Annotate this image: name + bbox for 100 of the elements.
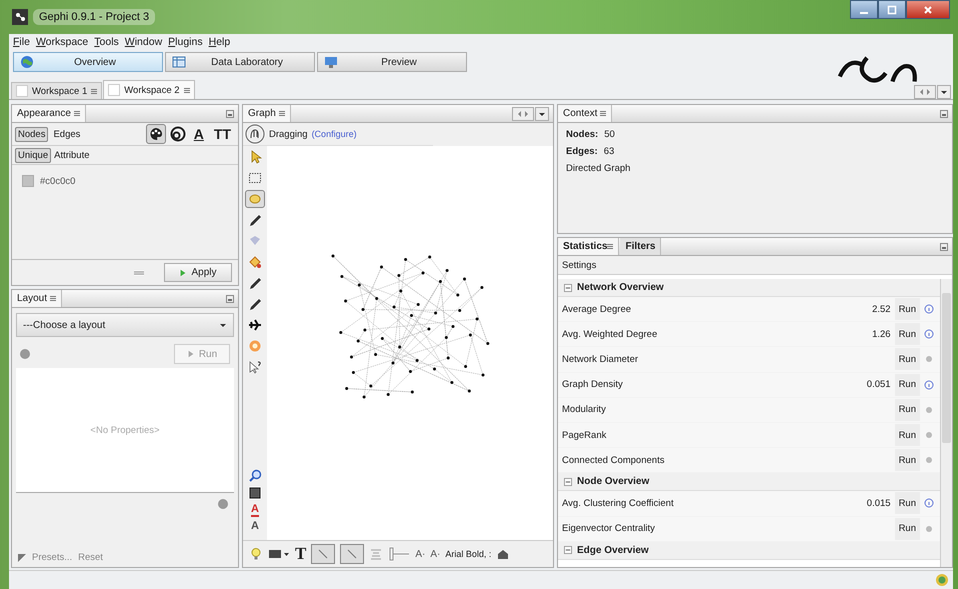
run-button[interactable]: Run (894, 298, 920, 320)
empty-properties-text: <No Properties> (90, 424, 160, 436)
mode-toggle[interactable]: Unique (15, 148, 52, 162)
text-style-button[interactable]: T (295, 544, 306, 564)
run-button[interactable]: Run (894, 424, 920, 446)
menu-item[interactable]: Tools (94, 36, 119, 49)
statistic-name: Graph Density (562, 379, 624, 390)
perspective-button[interactable]: Data Laboratory (165, 52, 315, 72)
property-button[interactable] (146, 124, 166, 144)
pencil-icon[interactable] (248, 276, 262, 290)
edges-count: 63 (604, 146, 614, 157)
maximize-button[interactable] (878, 0, 906, 19)
minimize-panel-icon[interactable] (940, 110, 948, 118)
pencil-icon[interactable] (248, 213, 262, 227)
collapse-icon[interactable] (564, 478, 572, 486)
dropdown-button[interactable] (535, 106, 549, 120)
panel-tab[interactable]: Layout (12, 290, 62, 307)
nodes-count: 50 (604, 129, 615, 140)
font-selector[interactable]: Arial Bold, : (445, 549, 492, 559)
run-button[interactable]: Run (894, 492, 920, 514)
perspective-button[interactable]: Overview (13, 52, 163, 72)
grip-icon (600, 110, 606, 116)
workspace-tab[interactable]: Workspace 1 (11, 82, 102, 99)
scrollbar-thumb[interactable] (942, 293, 951, 443)
section-title: Edge Overview (577, 544, 649, 556)
grip-icon (278, 110, 285, 116)
collapse-icon[interactable] (564, 546, 572, 554)
scrollbar[interactable] (940, 279, 952, 567)
menu-item[interactable]: File (13, 36, 30, 49)
run-button[interactable]: Run (894, 449, 920, 472)
collapse-icon[interactable] (564, 284, 572, 292)
text-style-button[interactable]: A· (430, 548, 440, 560)
menu-item[interactable]: Help (208, 36, 230, 49)
statistic-name: Eigenvector Centrality (562, 523, 656, 534)
property-button[interactable]: A (190, 124, 208, 144)
run-button[interactable]: Run (894, 398, 920, 421)
text-style-button[interactable]: A· (415, 548, 426, 560)
notification-icon[interactable] (935, 573, 949, 587)
grip-icon (74, 110, 80, 116)
paint-bucket-icon[interactable] (248, 255, 262, 269)
edge-toggle-button[interactable] (340, 544, 364, 564)
statistic-name: Modularity (562, 404, 607, 416)
rings-icon (170, 126, 186, 142)
text-tool[interactable]: A (251, 520, 259, 534)
edges-label: Edges: (566, 146, 598, 157)
run-button[interactable]: Run (894, 374, 920, 396)
section-title: Node Overview (577, 476, 650, 488)
statistic-name: Average Degree (562, 304, 632, 315)
apply-button[interactable]: Apply (164, 263, 232, 282)
property-button[interactable] (168, 124, 188, 144)
panel-tab[interactable]: Filters (620, 238, 662, 255)
run-button[interactable]: Run (894, 518, 920, 540)
property-button[interactable]: TT (210, 124, 235, 144)
layers-dropdown-icon[interactable] (268, 547, 290, 561)
minimize-panel-icon[interactable] (940, 242, 948, 250)
caret-icon (219, 321, 227, 329)
close-button[interactable] (906, 0, 950, 19)
selection-rectangle-icon[interactable] (248, 171, 262, 185)
help-cursor-icon[interactable] (248, 360, 262, 374)
minimize-panel-icon[interactable] (226, 294, 234, 302)
nodes-label: Nodes: (566, 129, 598, 140)
run-button[interactable]: Run (894, 348, 920, 370)
close-icon (923, 4, 933, 14)
edge-toggle-button[interactable] (311, 544, 336, 564)
run-button[interactable]: Run (894, 323, 920, 346)
pencil-icon[interactable] (248, 297, 262, 311)
layout-dropdown[interactable]: ---Choose a layout (16, 313, 234, 337)
tool-mode-label: Dragging (269, 128, 308, 140)
mode-toggle[interactable]: Attribute (51, 148, 92, 162)
panel-tab[interactable]: Context (558, 105, 612, 122)
menu-item[interactable]: Plugins (168, 36, 203, 49)
panel-tab[interactable]: Appearance (12, 105, 86, 122)
minimize-panel-icon[interactable] (226, 110, 234, 118)
zoom-icon[interactable] (248, 469, 262, 483)
settings-link[interactable]: Settings (562, 260, 596, 270)
light-bulb-icon[interactable] (249, 547, 263, 561)
play-icon (186, 350, 195, 358)
grip-icon (184, 88, 190, 92)
minimize-button[interactable] (850, 0, 878, 19)
workspace-tab[interactable]: Workspace 2 (103, 80, 195, 99)
configure-link[interactable]: (Configure) (312, 129, 357, 139)
airplane-icon[interactable] (248, 318, 262, 332)
text-tool[interactable]: A (251, 503, 259, 517)
divider-handle-icon[interactable] (134, 270, 144, 274)
perspective-button[interactable]: Preview (317, 52, 467, 72)
table-icon (172, 55, 186, 69)
menu-item[interactable]: Workspace (36, 36, 88, 49)
dropdown-button[interactable] (937, 85, 951, 99)
minimize-icon (860, 12, 868, 14)
panel-tab[interactable]: Graph (243, 105, 291, 122)
menu-item[interactable]: Window (124, 36, 162, 49)
target-toggle[interactable]: Nodes (15, 126, 48, 142)
target-toggle[interactable]: Edges (50, 126, 84, 142)
home-icon[interactable] (496, 547, 510, 561)
panel-tab[interactable]: Statistics (558, 238, 620, 255)
square-icon[interactable] (248, 486, 262, 500)
statistic-name: Network Diameter (562, 354, 640, 365)
size-slider-icon[interactable] (388, 547, 410, 561)
graph-type: Directed Graph (566, 163, 632, 174)
color-swatch[interactable] (22, 175, 34, 187)
